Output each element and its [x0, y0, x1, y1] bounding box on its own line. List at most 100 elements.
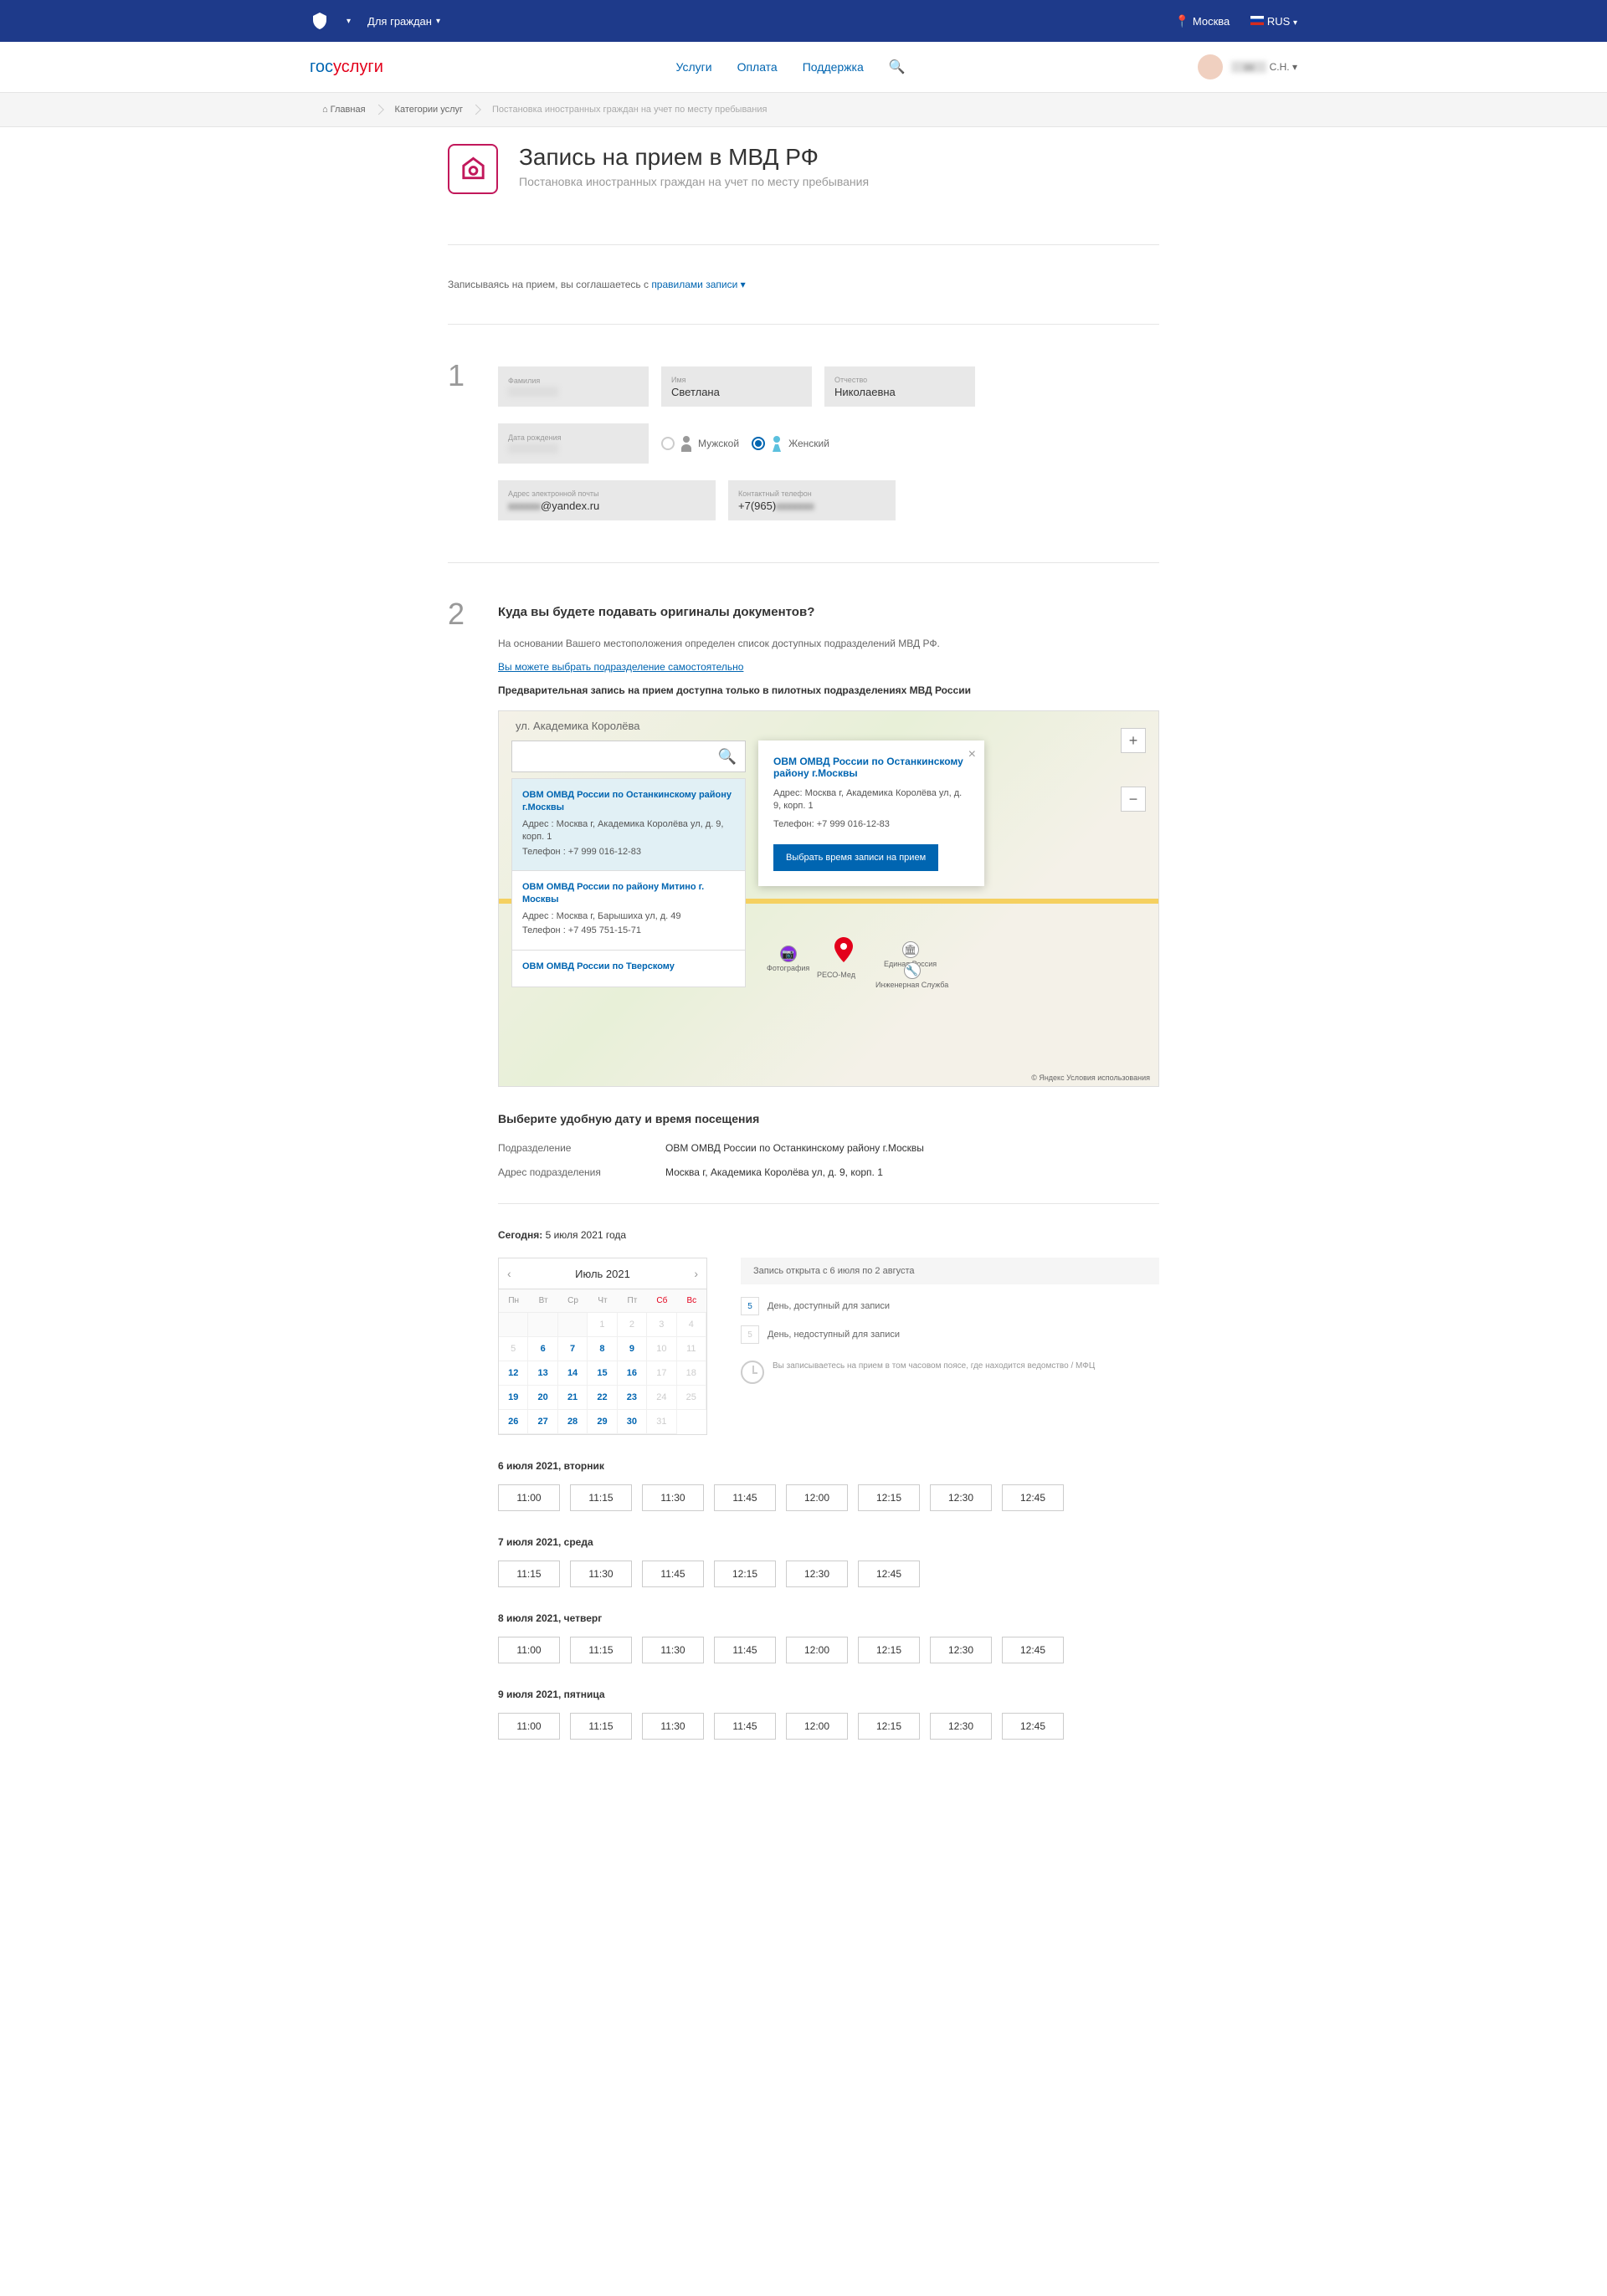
- cal-prev[interactable]: ‹: [507, 1267, 511, 1280]
- terms-link[interactable]: правилами записи: [651, 279, 737, 290]
- map-item-0[interactable]: ОВМ ОМВД России по Останкинскому району …: [511, 778, 746, 871]
- bc-current: Постановка иностранных граждан на учет п…: [480, 105, 779, 115]
- user-menu[interactable]: xx С.Н. ▾: [1198, 54, 1297, 79]
- cal-day-14[interactable]: 14: [558, 1361, 588, 1386]
- cal-day-22[interactable]: 22: [588, 1386, 617, 1410]
- slot-0-1215[interactable]: 12:15: [858, 1484, 920, 1511]
- slot-3-1215[interactable]: 12:15: [858, 1713, 920, 1740]
- cal-day-2: 2: [618, 1313, 647, 1337]
- close-icon[interactable]: ×: [968, 747, 976, 762]
- slot-1-1145[interactable]: 11:45: [642, 1561, 704, 1587]
- search-icon[interactable]: 🔍: [889, 59, 906, 75]
- poi-eng: 🔧Инженерная Служба: [875, 962, 948, 989]
- slot-2-1145[interactable]: 11:45: [714, 1637, 776, 1663]
- cal-next[interactable]: ›: [694, 1267, 698, 1280]
- slot-3-1200[interactable]: 12:00: [786, 1713, 848, 1740]
- slot-0-1200[interactable]: 12:00: [786, 1484, 848, 1511]
- gender-male[interactable]: Мужской: [661, 435, 739, 452]
- cal-day-9[interactable]: 9: [618, 1337, 647, 1361]
- addr-value: Москва г, Академика Королёва ул, д. 9, к…: [665, 1166, 883, 1178]
- slot-0-1130[interactable]: 11:30: [642, 1484, 704, 1511]
- slot-3-1115[interactable]: 11:15: [570, 1713, 632, 1740]
- location-selector[interactable]: 📍 Москва: [1175, 14, 1230, 28]
- cal-day-7[interactable]: 7: [558, 1337, 588, 1361]
- map-item-2[interactable]: ОВМ ОМВД России по Тверскому: [511, 951, 746, 987]
- breadcrumb: ⌂Главная Категории услуг Постановка инос…: [0, 93, 1607, 127]
- slot-3-1100[interactable]: 11:00: [498, 1713, 560, 1740]
- bc-categories[interactable]: Категории услуг: [382, 105, 475, 115]
- slot-2-1115[interactable]: 11:15: [570, 1637, 632, 1663]
- slot-3-1230[interactable]: 12:30: [930, 1713, 992, 1740]
- map[interactable]: ул. Академика Королёва 🔍 ОВМ ОМВД России…: [498, 710, 1159, 1087]
- cal-day-29[interactable]: 29: [588, 1410, 617, 1434]
- bc-home[interactable]: ⌂Главная: [310, 105, 378, 115]
- cal-day-6[interactable]: 6: [528, 1337, 557, 1361]
- gender-female[interactable]: Женский: [752, 435, 829, 452]
- map-street-label: ул. Академика Королёва: [516, 720, 640, 732]
- page-title: Запись на прием в МВД РФ: [519, 144, 869, 171]
- cal-day-13[interactable]: 13: [528, 1361, 557, 1386]
- slot-0-1245[interactable]: 12:45: [1002, 1484, 1064, 1511]
- cal-day-23[interactable]: 23: [618, 1386, 647, 1410]
- logo[interactable]: госуслуги: [310, 58, 383, 77]
- slot-0-1230[interactable]: 12:30: [930, 1484, 992, 1511]
- nav-payment[interactable]: Оплата: [737, 60, 778, 74]
- slot-0-1145[interactable]: 11:45: [714, 1484, 776, 1511]
- slot-2-1215[interactable]: 12:15: [858, 1637, 920, 1663]
- slot-1-1130[interactable]: 11:30: [570, 1561, 632, 1587]
- header: госуслуги Услуги Оплата Поддержка 🔍 xx С…: [0, 42, 1607, 93]
- slot-2-1245[interactable]: 12:45: [1002, 1637, 1064, 1663]
- slot-1-1245[interactable]: 12:45: [858, 1561, 920, 1587]
- search-icon: 🔍: [718, 748, 737, 766]
- cal-day-12[interactable]: 12: [499, 1361, 528, 1386]
- map-search-input[interactable]: 🔍: [511, 741, 746, 772]
- cal-day-11: 11: [677, 1337, 706, 1361]
- map-item-1[interactable]: ОВМ ОМВД России по району Митино г. Моск…: [511, 871, 746, 951]
- cal-day-18: 18: [677, 1361, 706, 1386]
- slot-2-1230[interactable]: 12:30: [930, 1637, 992, 1663]
- poi-reso: РЕСО-Мед: [817, 971, 855, 979]
- cal-day-8[interactable]: 8: [588, 1337, 617, 1361]
- slot-1-1115[interactable]: 11:15: [498, 1561, 560, 1587]
- cal-day-28[interactable]: 28: [558, 1410, 588, 1434]
- slot-3-1145[interactable]: 11:45: [714, 1713, 776, 1740]
- cal-day-24: 24: [647, 1386, 676, 1410]
- cal-day-27[interactable]: 27: [528, 1410, 557, 1434]
- zoom-out-button[interactable]: −: [1121, 787, 1146, 812]
- cal-day-15[interactable]: 15: [588, 1361, 617, 1386]
- zoom-in-button[interactable]: +: [1121, 728, 1146, 753]
- cal-day-21[interactable]: 21: [558, 1386, 588, 1410]
- day-title-3: 9 июля 2021, пятница: [498, 1689, 1159, 1700]
- cal-day-30[interactable]: 30: [618, 1410, 647, 1434]
- slot-3-1245[interactable]: 12:45: [1002, 1713, 1064, 1740]
- slot-2-1100[interactable]: 11:00: [498, 1637, 560, 1663]
- lang-selector[interactable]: RUS ▾: [1250, 15, 1297, 28]
- map-pin-icon: [834, 937, 854, 962]
- select-time-button[interactable]: Выбрать время записи на прием: [773, 844, 938, 871]
- slot-0-1100[interactable]: 11:00: [498, 1484, 560, 1511]
- slot-2-1130[interactable]: 11:30: [642, 1637, 704, 1663]
- cal-day-20[interactable]: 20: [528, 1386, 557, 1410]
- surname-field: Фамилия: [498, 366, 649, 407]
- legend-navail: 5День, недоступный для записи: [741, 1325, 1159, 1344]
- cal-day-3: 3: [647, 1313, 676, 1337]
- slot-1-1215[interactable]: 12:15: [714, 1561, 776, 1587]
- cal-day-26[interactable]: 26: [499, 1410, 528, 1434]
- slot-2-1200[interactable]: 12:00: [786, 1637, 848, 1663]
- calendar: ‹ Июль 2021 › ПнВтСрЧтПтСбВс123456789101…: [498, 1258, 707, 1435]
- slot-1-1230[interactable]: 12:30: [786, 1561, 848, 1587]
- pilot-notice: Предварительная запись на прием доступна…: [498, 683, 1159, 698]
- cal-day-16[interactable]: 16: [618, 1361, 647, 1386]
- nav-services[interactable]: Услуги: [676, 60, 712, 74]
- map-office-list: ОВМ ОМВД России по Останкинскому району …: [511, 778, 746, 987]
- choose-time-heading: Выберите удобную дату и время посещения: [498, 1112, 1159, 1125]
- nav-support[interactable]: Поддержка: [803, 60, 864, 74]
- slot-0-1115[interactable]: 11:15: [570, 1484, 632, 1511]
- cal-day-19[interactable]: 19: [499, 1386, 528, 1410]
- choose-manual-link[interactable]: Вы можете выбрать подразделение самостоя…: [498, 661, 743, 673]
- emblem-chevron-icon[interactable]: ▾: [347, 17, 351, 26]
- day-title-1: 7 июля 2021, среда: [498, 1536, 1159, 1548]
- citizens-dropdown[interactable]: Для граждан▾: [367, 15, 440, 28]
- day-title-0: 6 июля 2021, вторник: [498, 1460, 1159, 1472]
- slot-3-1130[interactable]: 11:30: [642, 1713, 704, 1740]
